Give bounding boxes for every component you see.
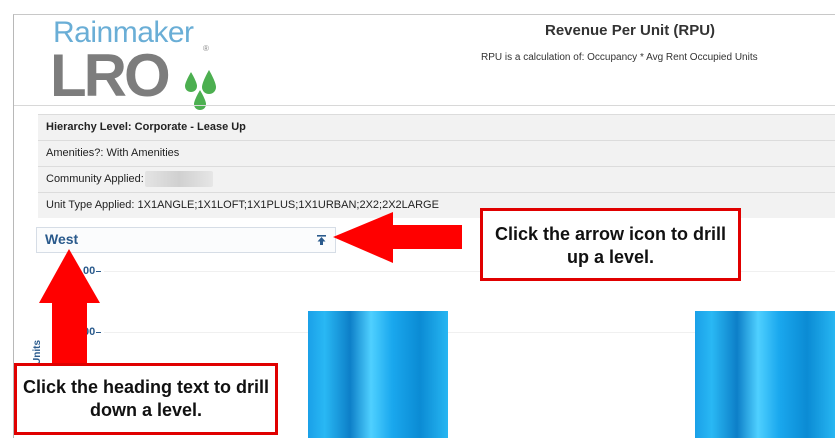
drill-up-arrow-icon[interactable]: [316, 234, 327, 246]
chart-bar[interactable]: [308, 311, 448, 438]
drill-down-callout: Click the heading text to drill down a l…: [14, 363, 278, 435]
filter-community-label: Community Applied:: [46, 173, 144, 185]
y-tick-label: 00: [83, 265, 96, 277]
y-tick: [96, 332, 101, 333]
y-tick-label: 00: [83, 326, 96, 338]
filter-community: Community Applied:: [38, 167, 835, 193]
drill-up-callout: Click the arrow icon to drill up a level…: [480, 208, 741, 281]
header-divider: [14, 105, 835, 106]
filter-amenities: Amenities?: With Amenities: [38, 141, 835, 167]
logo-lro-text: LRO: [50, 42, 171, 109]
region-heading-link[interactable]: West: [45, 231, 78, 247]
page: Rainmaker ® LRO Revenue Per Unit (RPU) R…: [0, 0, 835, 438]
logo-registered-mark: ®: [203, 44, 209, 53]
report-title: Revenue Per Unit (RPU): [545, 22, 716, 39]
rainmaker-lro-logo: Rainmaker ® LRO: [50, 16, 220, 110]
chart-header: West: [36, 227, 336, 253]
report-subtitle: RPU is a calculation of: Occupancy * Avg…: [481, 52, 758, 63]
y-axis-title-text: Units: [32, 340, 43, 365]
community-value-redacted: [144, 171, 213, 188]
filters-panel: Hierarchy Level: Corporate - Lease Up Am…: [38, 114, 835, 218]
y-tick: [96, 271, 101, 272]
filter-hierarchy-level: Hierarchy Level: Corporate - Lease Up: [38, 115, 835, 141]
chart-bar[interactable]: [695, 311, 835, 438]
